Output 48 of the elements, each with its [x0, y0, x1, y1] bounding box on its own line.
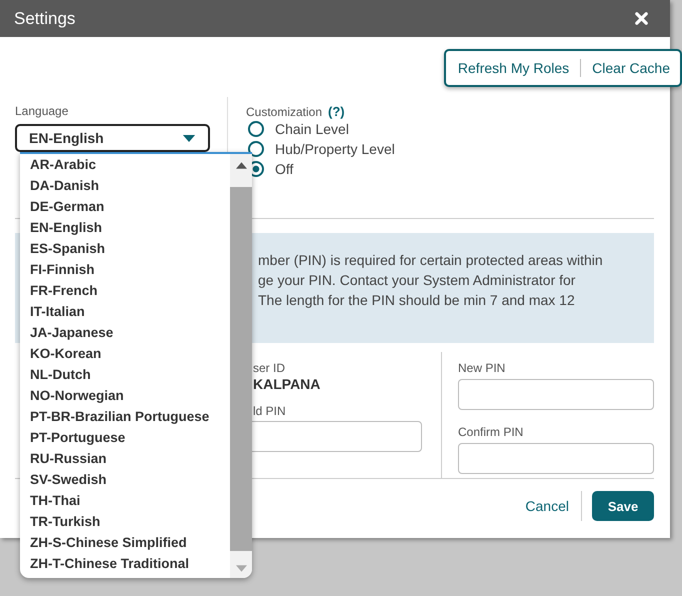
dropdown-option[interactable]: PT-Portuguese — [30, 428, 230, 449]
language-dropdown[interactable]: EN-English — [15, 124, 210, 152]
help-link[interactable]: (?) — [328, 104, 345, 119]
dropdown-option[interactable]: EN-English — [30, 218, 230, 239]
dropdown-option[interactable]: PT-BR-Brazilian Portuguese — [30, 407, 230, 428]
dropdown-option[interactable]: TR-Turkish — [30, 512, 230, 533]
new-pin-field[interactable] — [458, 379, 654, 410]
dropdown-option[interactable]: ES-Spanish — [30, 239, 230, 260]
dropdown-option[interactable]: NL-Dutch — [30, 365, 230, 386]
info-text: The length for the PIN should be min 7 and max 12 — [258, 291, 576, 310]
scroll-down-icon[interactable] — [236, 565, 246, 572]
dropdown-option[interactable]: TH-Thai — [30, 491, 230, 512]
dropdown-option[interactable]: AR-Arabic — [30, 155, 230, 176]
info-text: ge your PIN. Contact your System Administrator for — [258, 271, 576, 290]
field-label: Language — [15, 104, 70, 118]
dropdown-option[interactable]: ZH-T-Chinese Traditional — [30, 554, 230, 575]
confirm-pin-field[interactable] — [458, 443, 654, 474]
save-button[interactable]: Save — [592, 491, 654, 521]
dropdown-option[interactable]: NO-Norwegian — [30, 386, 230, 407]
field-label: New PIN — [458, 361, 506, 375]
dropdown-option[interactable]: DA-Danish — [30, 176, 230, 197]
radio-button[interactable] — [248, 121, 264, 137]
close-icon[interactable] — [634, 11, 649, 26]
info-text: mber (PIN) is required for certain protected areas within — [258, 251, 604, 270]
radio-label: Off — [275, 161, 294, 177]
radio-button[interactable] — [248, 141, 264, 157]
header-link[interactable]: Clear Cache — [592, 60, 670, 76]
dropdown-option[interactable]: FI-Finnish — [30, 260, 230, 281]
field-label: ser ID — [252, 361, 286, 375]
dropdown-option[interactable]: FR-French — [30, 281, 230, 302]
dropdown-option[interactable]: JA-Japanese — [30, 323, 230, 344]
dropdown-option[interactable]: ZH-S-Chinese Simplified — [30, 533, 230, 554]
scroll-up-icon[interactable] — [236, 162, 246, 169]
dropdown-option[interactable]: RU-Russian — [30, 449, 230, 470]
window-title: Settings — [14, 8, 76, 28]
radio-label: Chain Level — [275, 121, 349, 137]
field-label: ld PIN — [252, 404, 286, 418]
field-label: Confirm PIN — [458, 425, 524, 439]
header-link[interactable]: Refresh My Roles — [458, 60, 570, 76]
user-id-value: KALPANA — [252, 376, 320, 392]
dropdown-option[interactable]: DE-German — [30, 197, 230, 218]
dropdown-option[interactable]: SV-Swedish — [30, 470, 230, 491]
field-label: Customization — [246, 104, 322, 118]
dropdown-option[interactable]: KO-Korean — [30, 344, 230, 365]
cancel-link[interactable]: Cancel — [525, 498, 569, 514]
dropdown-option[interactable]: IT-Italian — [30, 302, 230, 323]
radio-label: Hub/Property Level — [275, 141, 395, 157]
caret-icon — [182, 134, 196, 142]
